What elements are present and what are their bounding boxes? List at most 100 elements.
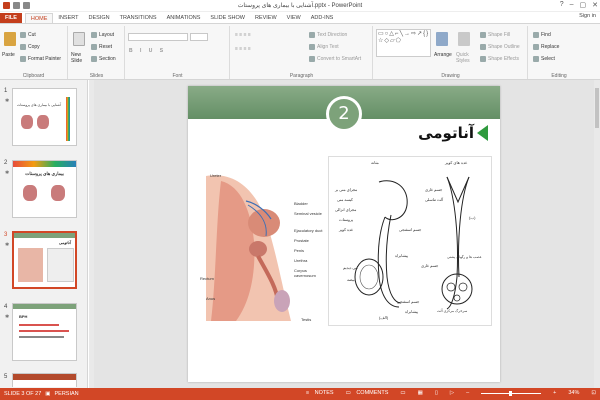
cursor-icon [533, 56, 539, 62]
editor-scrollbar[interactable] [594, 80, 600, 388]
tab-file[interactable]: FILE [0, 13, 22, 23]
help-icon[interactable]: ? [560, 1, 564, 9]
new-slide-button[interactable]: New Slide [71, 52, 93, 64]
shape-fill-button[interactable]: Shape Fill [480, 32, 510, 38]
drawing-label: مجرای منی بر [335, 188, 358, 192]
tab-design[interactable]: DESIGN [84, 13, 115, 23]
language-indicator[interactable]: PERSIAN [55, 391, 79, 397]
tab-add-ins[interactable]: ADD-INS [306, 13, 339, 23]
anatomy-sagittal-drawing [206, 175, 291, 321]
tab-view[interactable]: VIEW [282, 13, 306, 23]
normal-view-icon[interactable]: ▭ [400, 390, 405, 396]
close-icon[interactable]: ✕ [592, 1, 598, 9]
maximize-icon[interactable]: ▢ [580, 1, 587, 9]
bullets-buttons[interactable]: ≡ ≡ ≡ ≡ [235, 32, 251, 38]
format-painter-button[interactable]: Format Painter [20, 56, 61, 62]
select-button[interactable]: Select [533, 56, 555, 62]
editing-group-label: Editing [551, 73, 567, 79]
thumbnail-banner [13, 304, 76, 309]
drawing-label: جسم غاری [425, 188, 443, 192]
reset-button[interactable]: Reset [91, 44, 112, 50]
section-button[interactable]: Section [91, 56, 116, 62]
anatomy-label: Rectum [200, 276, 214, 281]
arrange-icon[interactable] [436, 32, 448, 46]
font-format-buttons[interactable]: B I U S [129, 48, 166, 54]
slideshow-icon[interactable]: ▷ [450, 390, 454, 396]
tab-insert[interactable]: INSERT [53, 13, 83, 23]
slide-thumbnail-4[interactable]: BPH [12, 303, 77, 361]
zoom-out-icon[interactable]: – [466, 390, 469, 396]
quick-styles-button[interactable]: Quick Styles [456, 52, 476, 64]
scissors-icon [20, 32, 26, 38]
shapes-gallery[interactable]: ▭○△⌐╲→⇨↗{}☆◇▱⬠ [376, 29, 431, 57]
copy-button[interactable]: Copy [20, 44, 40, 50]
anatomy-label: Prostate [294, 238, 309, 243]
replace-button[interactable]: Replace [533, 44, 559, 50]
align-buttons[interactable]: ≡ ≡ ≡ ≡ [235, 46, 251, 52]
arrange-button[interactable]: Arrange [434, 52, 452, 58]
paste-icon[interactable] [4, 32, 16, 46]
slide-thumbnail-2[interactable]: بیماری های پروستات [12, 160, 77, 218]
reading-view-icon[interactable]: ▯ [435, 390, 438, 396]
layout-button[interactable]: Layout [91, 32, 114, 38]
minimize-icon[interactable]: – [570, 1, 574, 9]
cut-button[interactable]: Cut [20, 32, 36, 38]
align-text-button[interactable]: Align Text [309, 44, 339, 50]
font-size-select[interactable] [190, 33, 208, 41]
comments-button[interactable]: ▭ COMMENTS [346, 390, 389, 396]
tab-transitions[interactable]: TRANSITIONS [115, 13, 162, 23]
thumbnail-stripes [13, 161, 76, 167]
clipboard-group: Paste Cut Copy Format Painter Clipboard [0, 26, 68, 79]
drawing-label: پیشابراه [405, 310, 418, 314]
drawing-group: ▭○△⌐╲→⇨↗{}☆◇▱⬠ Arrange Quick Styles Shap… [374, 26, 528, 79]
zoom-level[interactable]: 34% [568, 390, 579, 396]
zoom-in-icon[interactable]: + [553, 390, 556, 396]
transition-star-icon: ✱ [5, 98, 10, 104]
drawing-label: مثانه [371, 160, 379, 165]
clipboard-group-label: Clipboard [22, 73, 45, 79]
spellcheck-icon[interactable]: ▣ [45, 391, 50, 397]
thumbnail-banner [13, 374, 76, 380]
zoom-slider[interactable] [481, 390, 542, 396]
drawing-label: غده کوپر [339, 228, 353, 232]
drawing-label: آلت تناسلی [425, 198, 443, 202]
scroll-thumb[interactable] [595, 88, 599, 128]
find-button[interactable]: Find [533, 32, 551, 38]
sign-in-link[interactable]: Sign in [579, 13, 596, 19]
shape-effects-button[interactable]: Shape Effects [480, 56, 519, 62]
drawing-label: (ب) [469, 215, 476, 220]
paste-button[interactable]: Paste [2, 52, 15, 58]
quick-styles-icon[interactable] [458, 32, 470, 46]
tab-animations[interactable]: ANIMATIONS [162, 13, 206, 23]
anatomy-line-drawing[interactable]: مثانه غده های کوپر مجرای منی بر کیسه منی… [328, 156, 492, 326]
status-bar: SLIDE 3 OF 27 ▣ PERSIAN ≡ NOTES ▭ COMMEN… [0, 388, 600, 400]
text-direction-button[interactable]: Text Direction [309, 32, 347, 38]
slide-title[interactable]: آناتومی [418, 124, 488, 142]
shape-outline-button[interactable]: Shape Outline [480, 44, 520, 50]
thumbnail-image [37, 115, 49, 129]
convert-smartart-button[interactable]: Convert to SmartArt [309, 56, 361, 62]
thumbnail-number: 5 [4, 374, 8, 380]
slide-sorter-icon[interactable]: ▦ [418, 390, 423, 396]
slide-thumbnails-pane: 1 ✱ آشنایی با بیماری های پروستات 2 ✱ بیم… [0, 80, 88, 388]
tab-slide-show[interactable]: SLIDE SHOW [205, 13, 250, 23]
current-slide[interactable]: 2 آناتومی Ureter Bladder Seminal vesicle… [188, 86, 500, 382]
fit-slide-icon[interactable]: ⊡ [591, 390, 596, 396]
anatomy-label: Anus [206, 296, 216, 301]
tab-home[interactable]: HOME [24, 13, 54, 23]
paint-bucket-icon [480, 32, 486, 38]
slide-thumbnail-1[interactable]: آشنایی با بیماری های پروستات [12, 88, 77, 146]
tab-review[interactable]: REVIEW [250, 13, 282, 23]
font-name-select[interactable] [128, 33, 188, 41]
anatomy-sagittal-image[interactable]: Ureter Bladder Seminal vesicle Ejaculato… [196, 161, 328, 326]
new-slide-icon[interactable] [73, 32, 85, 46]
text-direction-icon [309, 32, 315, 38]
thumbnail-number: 3 [4, 232, 8, 238]
drawing-label: جسم اسفنجی [399, 228, 422, 232]
slide-thumbnail-5[interactable] [12, 373, 77, 387]
notes-button[interactable]: ≡ NOTES [306, 390, 334, 396]
transition-star-icon: ✱ [5, 314, 10, 320]
slide-thumbnail-3[interactable]: آناتومی [12, 231, 77, 289]
thumbnail-text-line [19, 330, 69, 332]
slide-counter: SLIDE 3 OF 27 [4, 391, 42, 397]
